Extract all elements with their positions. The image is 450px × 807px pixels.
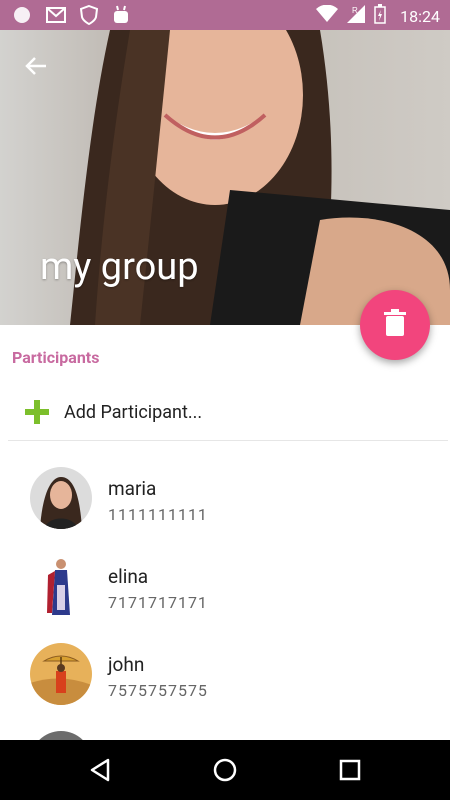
avatar [30,555,92,617]
participant-phone: 7575757575 [108,681,208,700]
pinwheel-icon [12,5,32,29]
clock: 18:24 [400,6,440,26]
add-participant-label: Add Participant... [64,402,203,423]
trash-icon [383,309,407,341]
network-indicator: R [352,6,358,15]
participant-phone: 7171717171 [108,593,208,612]
recents-nav-icon[interactable] [336,756,364,784]
group-header: my group [0,30,450,325]
wifi-icon [316,4,339,27]
mail-icon [46,7,66,27]
android-icon [112,5,130,29]
participant-item[interactable]: maria 1111111111 [0,455,450,543]
participant-name: maria [108,477,157,500]
participant-item[interactable]: john 7575757575 [0,631,450,719]
back-nav-icon[interactable] [86,756,114,784]
group-name-title: my group [40,245,199,289]
status-bar: R 18:24 [0,0,450,30]
avatar [30,643,92,705]
participant-phone: 1111111111 [108,505,208,524]
signal-icon: R [346,4,366,28]
participant-item[interactable]: elina 7171717171 [0,543,450,631]
add-participant-button[interactable]: Add Participant... [8,388,448,441]
delete-group-button[interactable] [360,290,430,360]
battery-icon [374,4,386,28]
navigation-bar [0,740,450,800]
participant-name: john [108,653,145,676]
shield-icon [79,4,99,29]
back-arrow-icon[interactable] [22,52,50,80]
plus-icon [25,400,49,424]
home-nav-icon[interactable] [211,756,239,784]
avatar [30,467,92,529]
participant-name: elina [108,565,149,588]
participants-section-label: Participants [12,348,100,367]
